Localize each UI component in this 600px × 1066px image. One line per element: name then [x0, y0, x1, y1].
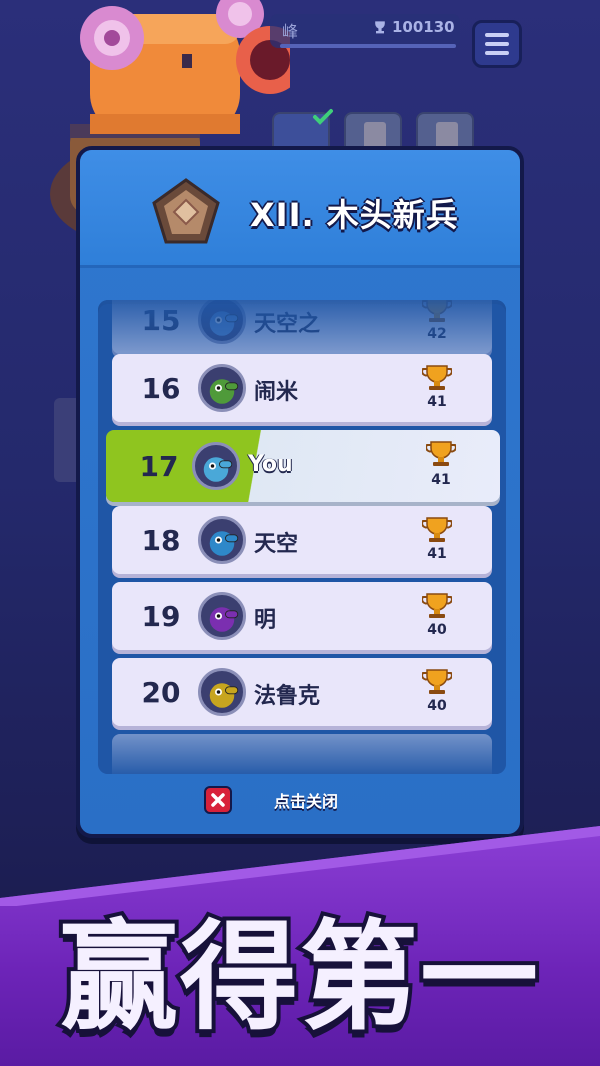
rank-number: 17: [139, 450, 179, 483]
level-progress-bar: [280, 44, 456, 48]
league-leaderboard-dialog: XII. 木头新兵 15天空之4216闹米4117You4118天空4119明4…: [76, 146, 524, 838]
trophy-count: 40: [427, 622, 447, 638]
leaderboard-row[interactable]: 20 法鲁克 40: [112, 658, 492, 726]
character-avatar-icon: [209, 607, 239, 632]
trophy-count: 41: [427, 394, 447, 410]
character-avatar-icon: [209, 379, 239, 404]
trophy-icon: [375, 21, 385, 34]
player-avatar: [198, 592, 246, 640]
trophy-icon: [421, 364, 453, 392]
wood-rank-badge-icon: [152, 178, 220, 244]
player-avatar: [192, 442, 240, 490]
checkmark-icon: [313, 109, 333, 125]
trophy-icon: [421, 668, 453, 696]
trophy-count: 41: [427, 546, 447, 562]
close-label[interactable]: 点击关闭: [274, 788, 338, 812]
close-button[interactable]: [204, 786, 232, 814]
menu-button[interactable]: [472, 20, 522, 68]
player-avatar: [198, 364, 246, 412]
trophy-icon: [425, 440, 457, 468]
rank-number: 19: [141, 600, 181, 633]
rank-number: 18: [141, 524, 181, 557]
leaderboard-row[interactable]: 16 闹米 41: [112, 354, 492, 422]
trophy-count: 41: [431, 472, 451, 488]
close-icon: [211, 793, 225, 807]
leaderboard-row-you[interactable]: 17 You 41: [106, 430, 500, 502]
player-name: 天空: [254, 532, 299, 557]
leaderboard-rows: 15天空之4216闹米4117You4118天空4119明4020法鲁克40: [98, 300, 506, 774]
character-avatar-icon: [209, 683, 239, 708]
trophy-icon: [421, 592, 453, 620]
league-title: XII. 木头新兵: [250, 196, 459, 234]
player-name: 法鲁克: [254, 684, 321, 709]
player-name: 闹米: [254, 380, 299, 405]
rank-number: 20: [141, 676, 181, 709]
character-avatar-icon: [203, 457, 233, 482]
list-fade-top: [98, 300, 506, 352]
trophy-icon: [421, 516, 453, 544]
player-name: You: [248, 452, 293, 477]
player-avatar: [198, 516, 246, 564]
menu-line-icon: [485, 42, 509, 46]
leaderboard-row[interactable]: 19 明 40: [112, 582, 492, 650]
leaderboard-list[interactable]: 15天空之4216闹米4117You4118天空4119明4020法鲁克40: [98, 300, 506, 774]
menu-line-icon: [485, 33, 509, 37]
menu-line-icon: [485, 51, 509, 55]
trophy-total: 100130: [372, 18, 455, 36]
promo-slogan: 赢得第一: [56, 908, 542, 1046]
rank-number: 16: [141, 372, 181, 405]
player-avatar: [198, 668, 246, 716]
character-avatar-icon: [209, 531, 239, 556]
list-fade-bottom: [98, 730, 506, 774]
trophy-count: 40: [427, 698, 447, 714]
close-area[interactable]: 点击关闭: [204, 786, 338, 814]
trophy-total-value: 100130: [392, 18, 455, 36]
leaderboard-row[interactable]: 18 天空 41: [112, 506, 492, 574]
player-name: 峰: [282, 22, 299, 41]
player-name: 明: [254, 608, 277, 633]
dialog-header: XII. 木头新兵: [80, 150, 520, 268]
